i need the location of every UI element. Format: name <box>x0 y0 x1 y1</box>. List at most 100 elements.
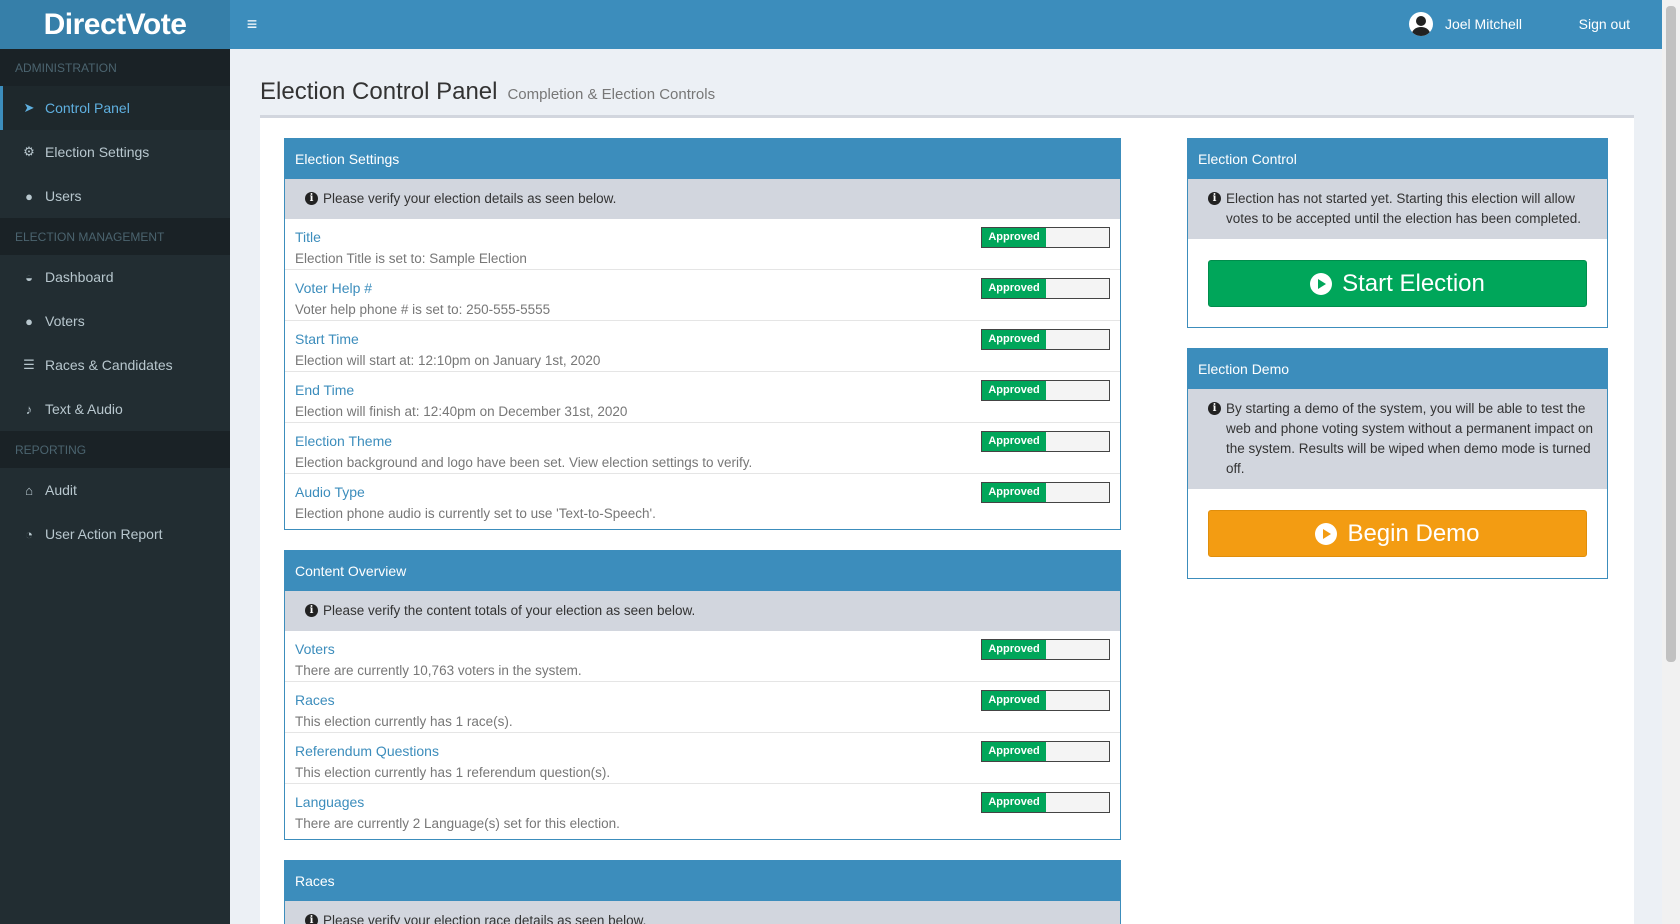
info-icon: i <box>1208 402 1221 415</box>
list-item: Title Election Title is set to: Sample E… <box>285 219 1120 270</box>
sidebar-item-audit[interactable]: ⌂ Audit <box>0 468 230 512</box>
approval-toggle[interactable]: Approved <box>981 278 1110 299</box>
approval-toggle[interactable]: Approved <box>981 639 1110 660</box>
sidebar-item-races-candidates[interactable]: ☰ Races & Candidates <box>0 343 230 387</box>
sidebar-item-control-panel[interactable]: ➤ Control Panel <box>0 86 230 130</box>
hamburger-menu-icon[interactable]: ≡ <box>242 14 262 34</box>
approved-badge: Approved <box>982 640 1046 659</box>
content-description: There are currently 2 Language(s) set fo… <box>295 816 620 831</box>
info-icon: i <box>305 604 318 617</box>
sidebar-item-label: User Action Report <box>45 526 163 542</box>
approval-toggle[interactable]: Approved <box>981 431 1110 452</box>
approved-badge: Approved <box>982 793 1046 812</box>
list-item: Start Time Election will start at: 12:10… <box>285 321 1120 372</box>
content-title-link[interactable]: Referendum Questions <box>295 743 439 759</box>
setting-title-link[interactable]: Voter Help # <box>295 280 372 296</box>
panel-heading: Races <box>285 861 1120 901</box>
sidebar: ADMINISTRATION ➤ Control Panel ⚙ Electio… <box>0 49 230 924</box>
election-settings-panel: Election Settings i Please verify your e… <box>284 138 1121 530</box>
sliders-icon: ☰ <box>23 357 35 372</box>
setting-title-link[interactable]: Audio Type <box>295 484 365 500</box>
info-icon: i <box>305 914 318 924</box>
button-label: Start Election <box>1342 269 1485 297</box>
top-navbar: DirectVote ≡ Joel Mitchell Sign out <box>0 0 1662 49</box>
bank-icon: ⌂ <box>25 482 33 498</box>
sidebar-item-label: Users <box>45 188 82 204</box>
info-icon: i <box>305 192 318 205</box>
panel-heading: Election Settings <box>285 139 1120 179</box>
sidebar-item-dashboard[interactable]: ◒ Dashboard <box>0 255 230 299</box>
info-text: By starting a demo of the system, you wi… <box>1226 401 1593 476</box>
approved-badge: Approved <box>982 691 1046 710</box>
setting-description: Election phone audio is currently set to… <box>295 506 656 521</box>
content-description: This election currently has 1 referendum… <box>295 765 611 780</box>
setting-title-link[interactable]: Title <box>295 229 321 245</box>
sidebar-item-label: Races & Candidates <box>45 357 173 373</box>
sidebar-item-label: Election Settings <box>45 144 150 160</box>
list-item: Races This election currently has 1 race… <box>285 682 1120 733</box>
setting-description: Election will finish at: 12:40pm on Dece… <box>295 404 628 419</box>
begin-demo-button[interactable]: Begin Demo <box>1208 510 1587 557</box>
cogs-icon: ⚙ <box>23 144 35 159</box>
sidebar-section-header: ADMINISTRATION <box>0 49 230 86</box>
pie-chart-icon: ◔ <box>25 526 33 542</box>
signout-link[interactable]: Sign out <box>1579 16 1630 32</box>
scrollbar-thumb[interactable] <box>1666 6 1676 662</box>
content-overview-panel: Content Overview i Please verify the con… <box>284 550 1121 840</box>
content-title-link[interactable]: Races <box>295 692 335 708</box>
election-control-panel: Election Control i Election has not star… <box>1187 138 1608 328</box>
dashboard-icon: ◒ <box>25 269 33 285</box>
sidebar-item-users[interactable]: ● Users <box>0 174 230 218</box>
sidebar-item-text-audio[interactable]: ♪ Text & Audio <box>0 387 230 431</box>
info-text: Please verify the content totals of your… <box>323 603 696 618</box>
approved-badge: Approved <box>982 381 1046 400</box>
approval-toggle[interactable]: Approved <box>981 329 1110 350</box>
setting-title-link[interactable]: Start Time <box>295 331 359 347</box>
sidebar-item-voters[interactable]: ● Voters <box>0 299 230 343</box>
user-icon: ● <box>25 313 33 329</box>
content-title-link[interactable]: Voters <box>295 641 335 657</box>
list-item: Languages There are currently 2 Language… <box>285 784 1120 835</box>
setting-title-link[interactable]: Election Theme <box>295 433 392 449</box>
user-name: Joel Mitchell <box>1444 16 1522 32</box>
users-icon: ● <box>25 188 33 204</box>
info-text: Please verify your election details as s… <box>323 191 617 206</box>
content-description: There are currently 10,763 voters in the… <box>295 663 582 678</box>
setting-description: Election Title is set to: Sample Electio… <box>295 251 527 266</box>
rocket-icon: ➤ <box>23 100 35 115</box>
list-item: Election Theme Election background and l… <box>285 423 1120 474</box>
sidebar-item-election-settings[interactable]: ⚙ Election Settings <box>0 130 230 174</box>
info-icon: i <box>1208 192 1221 205</box>
user-menu[interactable]: Joel Mitchell <box>1408 12 1522 36</box>
play-circle-icon <box>1310 272 1333 295</box>
approval-toggle[interactable]: Approved <box>981 380 1110 401</box>
setting-description: Election will start at: 12:10pm on Janua… <box>295 353 601 368</box>
setting-title-link[interactable]: End Time <box>295 382 354 398</box>
panel-heading: Election Demo <box>1188 349 1607 389</box>
sidebar-item-label: Audit <box>45 482 77 498</box>
content-title-link[interactable]: Languages <box>295 794 364 810</box>
panel-info: i Election has not started yet. Starting… <box>1188 179 1607 239</box>
sidebar-item-label: Dashboard <box>45 269 114 285</box>
vertical-scrollbar[interactable] <box>1662 0 1680 924</box>
approval-toggle[interactable]: Approved <box>981 482 1110 503</box>
approval-toggle[interactable]: Approved <box>981 227 1110 248</box>
sidebar-item-user-action-report[interactable]: ◔ User Action Report <box>0 512 230 556</box>
panel-info: i Please verify the content totals of yo… <box>285 591 1120 631</box>
list-item: Voter Help # Voter help phone # is set t… <box>285 270 1120 321</box>
approved-badge: Approved <box>982 483 1046 502</box>
info-text: Please verify your election race details… <box>323 913 647 924</box>
app-logo[interactable]: DirectVote <box>0 0 230 49</box>
races-panel: Races i Please verify your election race… <box>284 860 1121 924</box>
approval-toggle[interactable]: Approved <box>981 792 1110 813</box>
approved-badge: Approved <box>982 279 1046 298</box>
play-circle-icon <box>1315 522 1338 545</box>
content-box: Election Settings i Please verify your e… <box>260 115 1634 924</box>
approval-toggle[interactable]: Approved <box>981 690 1110 711</box>
approved-badge: Approved <box>982 330 1046 349</box>
panel-info: i Please verify your election race detai… <box>285 901 1120 924</box>
sidebar-item-label: Text & Audio <box>45 401 123 417</box>
page-header: Election Control Panel Completion & Elec… <box>260 78 715 106</box>
start-election-button[interactable]: Start Election <box>1208 260 1587 307</box>
approval-toggle[interactable]: Approved <box>981 741 1110 762</box>
